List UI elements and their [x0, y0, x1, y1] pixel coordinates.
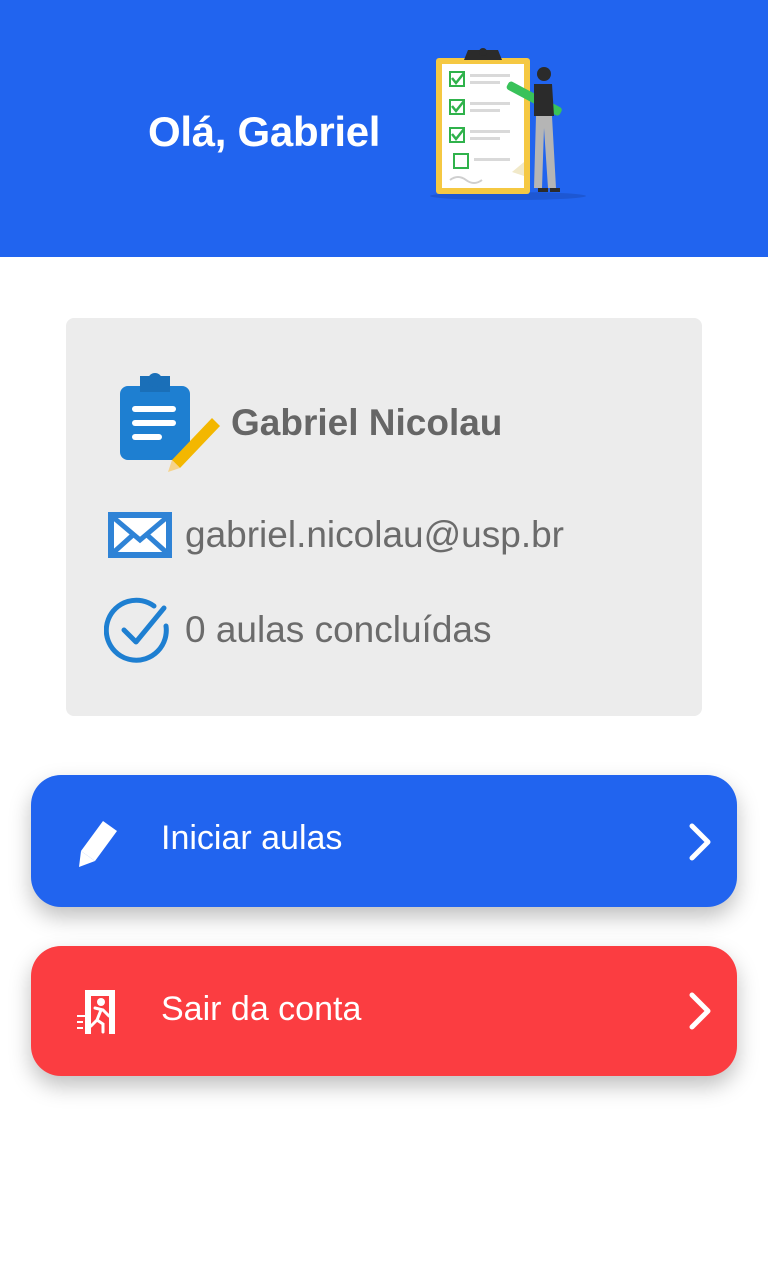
checkmark-circle-icon — [104, 597, 169, 663]
pencil-icon — [79, 821, 117, 867]
exit-door-icon — [77, 990, 115, 1034]
logout-button[interactable]: Sair da conta — [31, 946, 737, 1076]
lessons-completed: 0 aulas concluídas — [185, 609, 492, 650]
start-lessons-label: Iniciar aulas — [161, 819, 343, 857]
user-name: Gabriel Nicolau — [231, 402, 503, 443]
user-email: gabriel.nicolau@usp.br — [185, 514, 564, 555]
envelope-icon — [108, 512, 172, 558]
logout-label: Sair da conta — [161, 990, 362, 1028]
chevron-right-icon — [689, 992, 711, 1030]
header-banner: Olá, Gabriel — [0, 0, 768, 257]
greeting-title: Olá, Gabriel — [148, 108, 381, 155]
checklist-illustration-icon — [430, 48, 586, 200]
clipboard-pencil-icon — [120, 373, 220, 472]
chevron-right-icon — [689, 823, 711, 861]
start-lessons-button[interactable]: Iniciar aulas — [31, 775, 737, 907]
